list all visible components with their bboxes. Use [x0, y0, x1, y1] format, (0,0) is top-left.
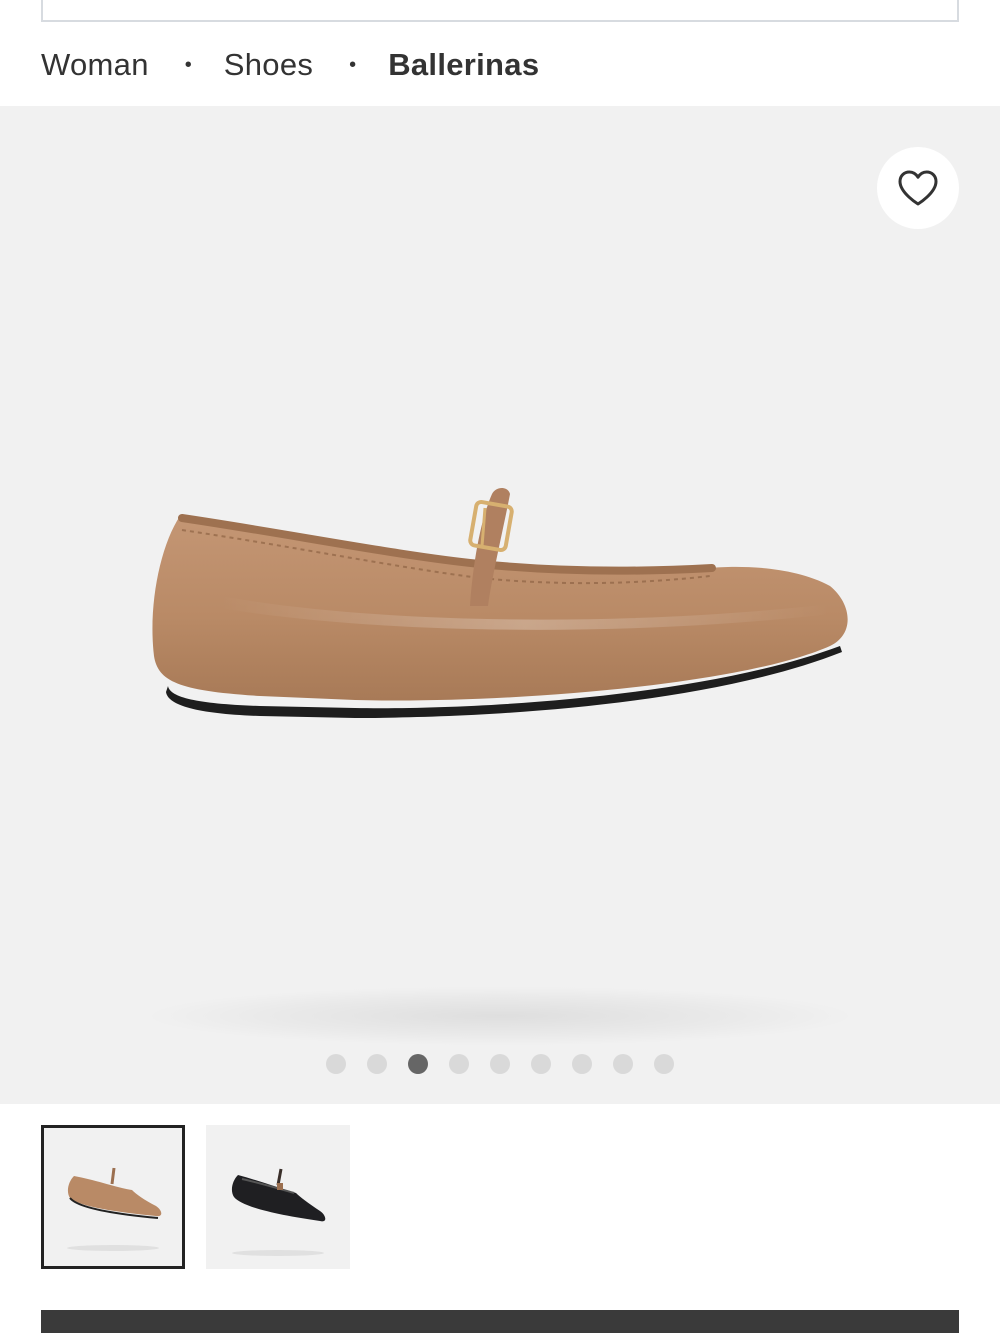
color-variant-thumbnails: [41, 1125, 350, 1269]
gallery-dot[interactable]: [367, 1054, 387, 1074]
gallery-dot[interactable]: [531, 1054, 551, 1074]
gallery-pagination[interactable]: [326, 1054, 674, 1074]
gallery-dot[interactable]: [572, 1054, 592, 1074]
gallery-dot[interactable]: [490, 1054, 510, 1074]
gallery-dot[interactable]: [654, 1054, 674, 1074]
gallery-dot[interactable]: [408, 1054, 428, 1074]
add-to-cart-bar[interactable]: [41, 1310, 959, 1333]
gallery-dot[interactable]: [449, 1054, 469, 1074]
product-image-ballerina-camel: [152, 488, 848, 718]
gallery-dot[interactable]: [326, 1054, 346, 1074]
breadcrumb: Woman • Shoes • Ballerinas: [41, 44, 539, 86]
image-floor-shadow: [140, 986, 860, 1046]
thumbnail-black[interactable]: [206, 1125, 350, 1269]
product-image-gallery[interactable]: [0, 106, 1000, 1104]
thumbnail-image-camel: [67, 1167, 162, 1251]
thumbnail-image-black: [231, 1168, 326, 1256]
heart-outline-icon: [898, 170, 938, 206]
breadcrumb-separator: •: [184, 53, 192, 76]
gallery-dot[interactable]: [613, 1054, 633, 1074]
breadcrumb-item-woman[interactable]: Woman: [41, 47, 149, 83]
search-field[interactable]: [41, 0, 959, 22]
breadcrumb-item-ballerinas: Ballerinas: [388, 47, 540, 82]
favorite-button[interactable]: [877, 147, 959, 229]
breadcrumb-separator: •: [349, 53, 357, 76]
breadcrumb-item-shoes[interactable]: Shoes: [224, 47, 313, 83]
thumbnail-camel[interactable]: [41, 1125, 185, 1269]
